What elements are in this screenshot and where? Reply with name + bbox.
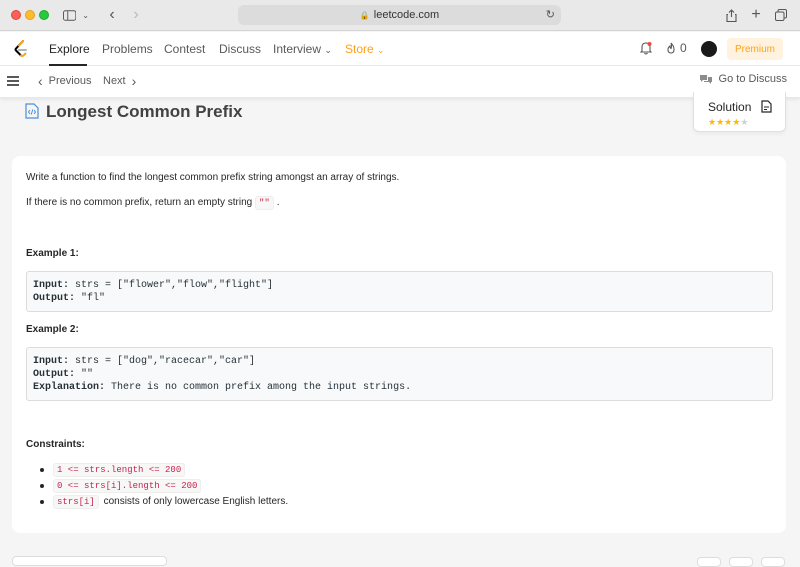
leetcode-logo-icon[interactable] [13, 40, 29, 58]
desc-2-end: . [276, 197, 280, 208]
share-icon[interactable] [724, 5, 738, 25]
desc-2-text: If there is no common prefix, return an … [26, 197, 255, 208]
constraint-item: 1 <= strs.length <= 200 [53, 463, 186, 477]
chevron-right-icon: › [131, 72, 137, 89]
page-title: Longest Common Prefix [46, 102, 243, 121]
next-label: Next [103, 75, 126, 87]
close-window-button[interactable] [11, 10, 21, 20]
explanation-label: Explanation: [33, 382, 106, 393]
description-paragraph-2: If there is no common prefix, return an … [26, 196, 280, 210]
rating-stars: ★★★★★ [708, 117, 748, 128]
example-2-code-block: Input: strs = ["dog","racecar","car"] Ou… [26, 347, 773, 401]
address-bar[interactable]: 🔒 leetcode.com ↻ [238, 5, 561, 25]
sidebar-toggle-icon[interactable]: ⌄ [63, 5, 89, 25]
reload-icon[interactable]: ↻ [546, 8, 555, 21]
constraint-3-text: consists of only lowercase English lette… [100, 496, 289, 507]
nav-problems[interactable]: Problems [102, 42, 153, 56]
code-file-icon [25, 103, 39, 119]
constraint-2-code: 0 <= strs[i].length <= 200 [53, 479, 202, 493]
chevron-down-icon: ⌄ [377, 45, 385, 55]
output-value: "" [75, 369, 94, 380]
output-label: Output: [33, 293, 76, 304]
menu-icon[interactable] [7, 76, 19, 86]
star-filled-icon: ★ [716, 117, 725, 127]
output-label: Output: [33, 369, 76, 380]
star-empty-icon: ★ [740, 117, 749, 127]
solution-button[interactable]: Solution ★★★★★ [693, 92, 786, 132]
explanation-value: There is no common prefix among the inpu… [105, 382, 412, 393]
url-text: leetcode.com [373, 9, 440, 21]
nav-store[interactable]: Store ⌄ [345, 42, 385, 56]
minimize-window-button[interactable] [25, 10, 35, 20]
solution-label: Solution [708, 100, 752, 114]
nav-interview[interactable]: Interview ⌄ [273, 42, 332, 56]
example-1-code-block: Input: strs = ["flower","flow","flight"]… [26, 271, 773, 312]
constraint-1-code: 1 <= strs.length <= 200 [53, 463, 186, 477]
back-icon[interactable]: ‹ [104, 5, 120, 25]
output-value: "fl" [75, 293, 106, 304]
avatar[interactable] [701, 41, 717, 57]
bullet [40, 468, 44, 472]
constraint-item: strs[i] consists of only lowercase Engli… [53, 495, 289, 509]
nav-store-label: Store [345, 42, 374, 56]
top-navigation: Explore Problems Contest Discuss Intervi… [0, 32, 800, 66]
lock-icon: 🔒 [359, 10, 370, 20]
nav-discuss[interactable]: Discuss [219, 42, 261, 56]
bottom-dropdown[interactable] [12, 556, 167, 566]
problem-subnav: ‹ Previous Next › Go to Discuss [0, 66, 800, 98]
bullet [40, 484, 44, 488]
nav-explore[interactable]: Explore [49, 42, 90, 56]
forward-icon[interactable]: › [128, 5, 144, 25]
zoom-window-button[interactable] [39, 10, 49, 20]
previous-label: Previous [48, 75, 92, 87]
streak-count: 0 [680, 41, 687, 55]
premium-button[interactable]: Premium [727, 38, 783, 60]
go-to-discuss-button[interactable]: Go to Discuss [699, 73, 787, 85]
new-tab-icon[interactable]: + [749, 5, 763, 25]
example-2-heading: Example 2: [26, 324, 79, 335]
inline-code: "" [254, 196, 274, 210]
chat-bubbles-icon [699, 74, 712, 84]
chevron-down-icon: ⌄ [324, 45, 332, 55]
nav-contest[interactable]: Contest [164, 42, 205, 56]
input-value: strs = ["dog","racecar","car"] [69, 356, 256, 367]
tab-overview-icon[interactable] [774, 5, 788, 25]
constraint-3-code: strs[i] [53, 495, 99, 509]
document-icon [761, 100, 772, 113]
bottom-button[interactable] [729, 557, 753, 567]
input-value: strs = ["flower","flow","flight"] [69, 280, 274, 291]
browser-toolbar: ⌄ ‹ › 🔒 leetcode.com ↻ + [0, 0, 800, 31]
nav-interview-label: Interview [273, 42, 322, 56]
streak-counter[interactable]: 0 [666, 41, 687, 55]
previous-button[interactable]: ‹ Previous [38, 72, 92, 89]
input-label: Input: [33, 280, 70, 291]
star-filled-icon: ★ [708, 117, 717, 127]
bottom-button[interactable] [697, 557, 721, 567]
go-to-discuss-label: Go to Discuss [718, 73, 787, 85]
input-label: Input: [33, 356, 70, 367]
chevron-left-icon: ‹ [38, 72, 43, 89]
next-button[interactable]: Next › [103, 72, 137, 89]
constraints-heading: Constraints: [26, 439, 85, 450]
constraint-item: 0 <= strs[i].length <= 200 [53, 479, 202, 493]
description-paragraph-1: Write a function to find the longest com… [26, 172, 400, 183]
fire-icon [667, 42, 675, 54]
notification-bell-icon[interactable] [640, 41, 652, 55]
bottom-button[interactable] [761, 557, 785, 567]
bullet [40, 500, 44, 504]
example-1-heading: Example 1: [26, 248, 79, 259]
